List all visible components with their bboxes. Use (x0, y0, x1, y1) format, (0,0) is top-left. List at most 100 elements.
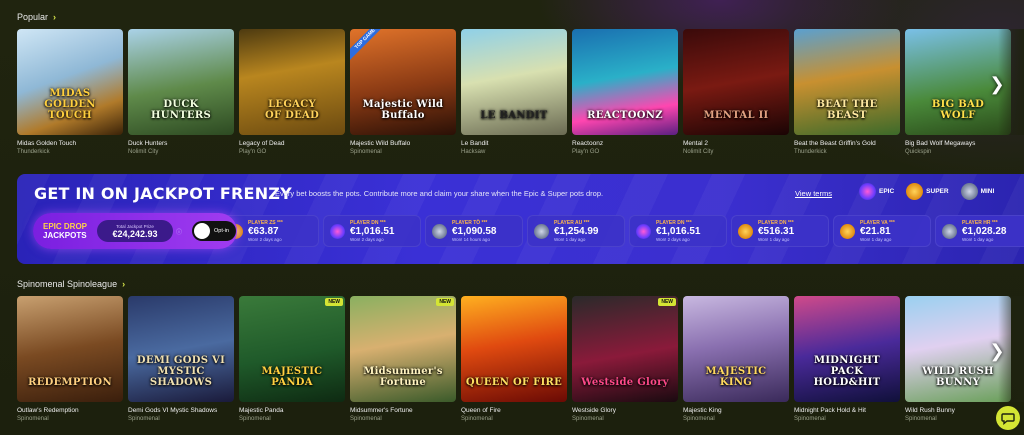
game-logo: LE BANDIT (480, 110, 548, 121)
tier-epic: EPIC (859, 183, 894, 200)
game-thumbnail[interactable]: Westside Glory NEW (572, 296, 678, 402)
view-terms-link[interactable]: View terms (795, 189, 832, 198)
game-logo: DEMI GODS VI MYSTIC SHADOWS (136, 355, 226, 388)
winner-amount: €1,016.51 (350, 226, 395, 237)
game-thumbnail[interactable]: LE BANDIT (461, 29, 567, 135)
mini-gem-icon (534, 223, 549, 239)
mini-gem-icon (942, 223, 957, 239)
game-thumbnail[interactable]: MENTAL II (683, 29, 789, 135)
game-name[interactable]: Majestic Wild Buffalo (350, 140, 456, 147)
game-provider: Spinomenal (683, 416, 715, 422)
popular-games-row: MIDAS GOLDEN TOUCH Midas Golden Touch Thun… (17, 29, 1011, 155)
game-provider: Play'n GO (239, 149, 267, 155)
section-title-spinoleague[interactable]: Spinomenal Spinoleague › (17, 279, 125, 289)
game-provider: Spinomenal (239, 416, 271, 422)
winner-card: PLAYER AU *** €1,254.99 Won! 1 day ago (527, 215, 625, 247)
winner-card: PLAYER DN *** €1,016.51 Won! 2 days ago (629, 215, 727, 247)
game-card[interactable]: REACTOONZ Reactoonz Play'n GO (572, 29, 678, 155)
game-name[interactable]: Outlaw's Redemption (17, 407, 123, 414)
game-name[interactable]: Beat the Beast Griffin's Gold (794, 140, 900, 147)
game-name[interactable]: Le Bandit (461, 140, 567, 147)
game-name[interactable]: Mental 2 (683, 140, 789, 147)
game-card[interactable]: Majestic Wild Buffalo TOP GAME Majestic Wi… (350, 29, 456, 155)
winner-time: Won! 1 day ago (758, 237, 790, 242)
chat-bubble-glyph (1001, 413, 1015, 425)
game-logo: WILD RUSH BUNNY (922, 366, 994, 388)
game-name[interactable]: Duck Hunters (128, 140, 234, 147)
game-thumbnail[interactable]: DUCK HUNTERS (128, 29, 234, 135)
game-card[interactable]: Midsummer's Fortune NEW Midsummer's Fortun… (350, 296, 456, 422)
tier-label: MINI (980, 188, 995, 195)
epic-gem-icon (636, 223, 651, 239)
game-card[interactable]: DEMI GODS VI MYSTIC SHADOWS Demi Gods VI … (128, 296, 234, 422)
game-name[interactable]: Legacy of Dead (239, 140, 345, 147)
game-name[interactable]: Midnight Pack Hold & Hit (794, 407, 900, 414)
new-badge: NEW (325, 298, 343, 306)
game-card[interactable]: QUEEN OF FIRE Queen of Fire Spinomenal (461, 296, 567, 422)
game-card[interactable]: DUCK HUNTERS Duck Hunters Nolimit City (128, 29, 234, 155)
game-thumbnail[interactable]: REDEMPTION (17, 296, 123, 402)
game-name[interactable]: Wild Rush Bunny (905, 407, 1011, 414)
game-provider: Hacksaw (461, 149, 486, 155)
game-thumbnail[interactable]: QUEEN OF FIRE (461, 296, 567, 402)
recent-winners: PLAYER ZS *** €63.87 Won! 2 days ago PLAYER… (221, 215, 1024, 247)
game-card[interactable]: MIDNIGHT PACK HOLD&HIT Midnight Pack Hold… (794, 296, 900, 422)
winner-card: PLAYER VA *** €21.81 Won! 1 day ago (833, 215, 931, 247)
game-thumbnail[interactable]: BEAT THE BEAST (794, 29, 900, 135)
tier-label: SUPER (926, 188, 949, 195)
game-provider: Thunderkick (794, 149, 827, 155)
game-name[interactable]: Majestic King (683, 407, 789, 414)
game-card[interactable]: BEAT THE BEAST Beat the Beast Griffin's G… (794, 29, 900, 155)
game-card[interactable]: MIDAS GOLDEN TOUCH Midas Golden Touch Thun… (17, 29, 123, 155)
game-name[interactable]: Reactoonz (572, 140, 678, 147)
game-card[interactable]: MAJESTIC KING Majestic King Spinomenal (683, 296, 789, 422)
game-thumbnail[interactable]: Majestic Wild Buffalo TOP GAME (350, 29, 456, 135)
game-logo: REDEMPTION (28, 377, 112, 388)
opt-in-toggle[interactable]: Opt-in (192, 221, 237, 241)
game-name[interactable]: Big Bad Wolf Megaways (905, 140, 1011, 147)
game-card[interactable]: MENTAL II Mental 2 Nolimit City (683, 29, 789, 155)
super-gem-icon (738, 223, 753, 239)
epic-drop-line1: EPIC DROP (43, 222, 88, 231)
game-name[interactable]: Demi Gods VI Mystic Shadows (128, 407, 234, 414)
game-logo: Majestic Wild Buffalo (362, 99, 444, 121)
tier-label: EPIC (879, 188, 895, 195)
next-arrow-icon[interactable]: ❯ (986, 340, 1008, 362)
game-name[interactable]: Midsummer's Fortune (350, 407, 456, 414)
game-provider: Spinomenal (17, 416, 49, 422)
game-logo: MAJESTIC PANDA (261, 366, 323, 388)
game-thumbnail[interactable]: REACTOONZ (572, 29, 678, 135)
game-name[interactable]: Queen of Fire (461, 407, 567, 414)
game-thumbnail[interactable]: DEMI GODS VI MYSTIC SHADOWS (128, 296, 234, 402)
winner-time: Won! 14 hours ago (452, 237, 490, 242)
winner-card: PLAYER DN *** €1,016.51 Won! 2 days ago (323, 215, 421, 247)
game-card[interactable]: LEGACY OF DEAD Legacy of Dead Play'n GO (239, 29, 345, 155)
game-card[interactable]: LE BANDIT Le Bandit Hacksaw (461, 29, 567, 155)
game-thumbnail[interactable]: MIDAS GOLDEN TOUCH (17, 29, 123, 135)
game-card[interactable]: Westside Glory NEW Westside Glory Spinomena… (572, 296, 678, 422)
game-thumbnail[interactable]: LEGACY OF DEAD (239, 29, 345, 135)
game-thumbnail[interactable]: MAJESTIC PANDA NEW (239, 296, 345, 402)
next-arrow-icon[interactable]: ❯ (986, 73, 1008, 95)
game-provider: Nolimit City (683, 149, 714, 155)
total-jackpot-value: €24,242.93 (112, 228, 158, 239)
game-card[interactable]: REDEMPTION Outlaw's Redemption Spinomenal (17, 296, 123, 422)
chat-icon[interactable] (996, 406, 1020, 430)
game-thumbnail[interactable]: MAJESTIC KING (683, 296, 789, 402)
super-gem-icon (906, 183, 924, 200)
game-provider: Nolimit City (128, 149, 159, 155)
new-badge: NEW (658, 298, 676, 306)
section-title-popular[interactable]: Popular › (17, 12, 56, 22)
game-name[interactable]: Westside Glory (572, 407, 678, 414)
game-card[interactable]: MAJESTIC PANDA NEW Majestic Panda Spinomena… (239, 296, 345, 422)
spinoleague-games-row: REDEMPTION Outlaw's Redemption Spinomenal D… (17, 296, 1011, 422)
game-name[interactable]: Majestic Panda (239, 407, 345, 414)
opt-in-label: Opt-in (214, 228, 229, 234)
game-thumbnail[interactable]: Midsummer's Fortune NEW (350, 296, 456, 402)
new-badge: NEW (436, 298, 454, 306)
chevron-right-icon: › (122, 279, 126, 289)
game-thumbnail[interactable]: MIDNIGHT PACK HOLD&HIT (794, 296, 900, 402)
info-icon[interactable]: ⓘ (176, 227, 182, 236)
game-name[interactable]: Midas Golden Touch (17, 140, 123, 147)
game-logo: LEGACY OF DEAD (264, 99, 320, 121)
